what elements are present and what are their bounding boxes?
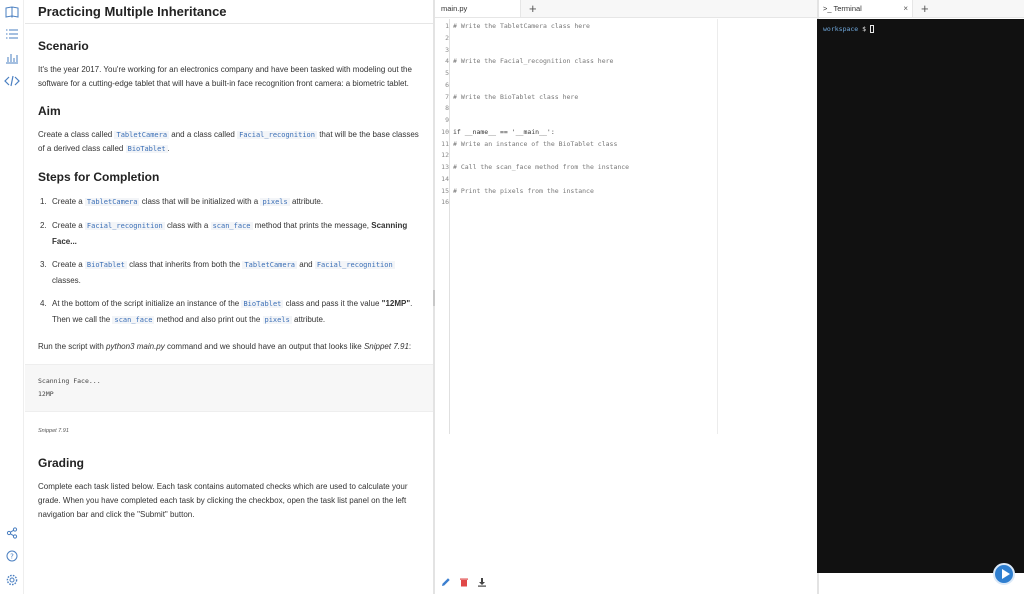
step-item: 2. Create a Facial_recognition class with… bbox=[40, 221, 408, 246]
scenario-heading: Scenario bbox=[38, 39, 89, 53]
editor-toolbar bbox=[435, 572, 817, 594]
line-numbers: 1234 5678 9 10 11 12 13 14 15 16 bbox=[441, 22, 449, 207]
task-list-icon[interactable] bbox=[4, 26, 20, 42]
grading-heading: Grading bbox=[38, 456, 85, 470]
tab-main-py[interactable]: main.py bbox=[435, 0, 521, 17]
inline-code: BioTablet bbox=[84, 261, 127, 269]
inline-code: TabletCamera bbox=[84, 198, 140, 206]
code-editor: main.py + 1234 5678 9 10 11 12 13 14 15 16 # W… bbox=[435, 0, 817, 594]
code-area[interactable]: 1234 5678 9 10 11 12 13 14 15 16 # Write the T… bbox=[435, 19, 817, 434]
snippet-line: 12MP bbox=[38, 390, 54, 398]
steps-heading: Steps for Completion bbox=[38, 170, 160, 184]
code-line: # Write the TabletCamera class here bbox=[453, 22, 590, 30]
inline-code: TabletCamera bbox=[114, 131, 170, 139]
inline-code: Facial_recognition bbox=[237, 131, 317, 139]
run-button[interactable] bbox=[993, 563, 1015, 585]
source-code[interactable]: # Write the TabletCamera class here # Wri… bbox=[453, 21, 629, 209]
terminal-prompt-line: workspace $ bbox=[823, 25, 1018, 33]
add-tab-button[interactable]: + bbox=[521, 0, 545, 17]
aim-text: Create a class called TabletCamera and a… bbox=[38, 130, 419, 153]
inline-code: Facial_recognition bbox=[314, 261, 395, 269]
trash-icon[interactable] bbox=[459, 577, 469, 590]
steps-list: 1. Create a TabletCamera class that will … bbox=[38, 194, 420, 328]
code-line: # Write an instance of the BioTablet cla… bbox=[453, 139, 618, 148]
prompt-dir: workspace bbox=[823, 25, 859, 33]
snippet-caption: Snippet 7.91 bbox=[38, 428, 69, 434]
terminal-tabbar: >_ Terminal × + bbox=[819, 0, 1024, 18]
inline-code: pixels bbox=[260, 198, 290, 206]
output-snippet: Scanning Face... 12MP bbox=[25, 364, 433, 412]
close-icon[interactable]: × bbox=[903, 4, 908, 13]
aim-heading: Aim bbox=[38, 104, 61, 118]
pencil-icon[interactable] bbox=[441, 577, 451, 590]
download-icon[interactable] bbox=[477, 577, 487, 590]
code-line: # Call the scan_face method from the ins… bbox=[453, 163, 630, 171]
prompt-symbol: $ bbox=[862, 25, 867, 33]
code-line: if __name__ == '__main__': bbox=[453, 127, 555, 136]
step-item: 4. At the bottom of the script initialize… bbox=[40, 299, 413, 324]
code-line: # Write the Facial_recognition class her… bbox=[453, 57, 614, 66]
grading-text: Complete each task listed below. Each ta… bbox=[38, 482, 408, 519]
snippet-line: Scanning Face... bbox=[38, 377, 101, 385]
left-nav-rail: ? bbox=[0, 0, 24, 594]
terminal-panel: >_ Terminal × + workspace $ bbox=[817, 0, 1024, 594]
guide-body: Scenario It's the year 2017. You're work… bbox=[25, 39, 433, 522]
inline-code: BioTablet bbox=[125, 145, 168, 153]
guide-title: Practicing Multiple Inheritance bbox=[25, 0, 433, 24]
svg-text:?: ? bbox=[10, 553, 14, 561]
code-icon[interactable] bbox=[4, 73, 20, 89]
editor-tabbar: main.py + bbox=[435, 0, 817, 18]
share-icon[interactable] bbox=[4, 525, 20, 541]
help-icon[interactable]: ? bbox=[4, 548, 20, 564]
book-icon[interactable] bbox=[4, 4, 20, 20]
terminal-tab-label: >_ Terminal bbox=[823, 4, 862, 13]
inline-code: scan_face bbox=[210, 222, 253, 230]
inline-code: Facial_recognition bbox=[84, 222, 165, 230]
code-line: # Print the pixels from the instance bbox=[453, 186, 594, 195]
inline-code: BioTablet bbox=[241, 300, 284, 308]
inline-code: pixels bbox=[262, 316, 292, 324]
bar-chart-icon[interactable] bbox=[4, 50, 20, 66]
terminal-cursor bbox=[870, 25, 874, 33]
add-terminal-button[interactable]: + bbox=[913, 0, 937, 17]
code-line: # Write the BioTablet class here bbox=[453, 92, 579, 101]
scenario-text: It's the year 2017. You're working for a… bbox=[38, 65, 412, 88]
terminal-screen[interactable]: workspace $ bbox=[817, 19, 1024, 573]
inline-code: TabletCamera bbox=[242, 261, 298, 269]
run-instructions: Run the script with python3 main.py comm… bbox=[38, 342, 412, 351]
step-item: 1. Create a TabletCamera class that will … bbox=[40, 197, 324, 206]
inline-code: scan_face bbox=[112, 316, 155, 324]
step-item: 3. Create a BioTablet class that inherits… bbox=[40, 260, 395, 285]
guide-panel: Practicing Multiple Inheritance Scenario… bbox=[25, 0, 433, 594]
app-root: ? Practicing Multiple Inheritance Scenar… bbox=[0, 0, 1024, 594]
tab-terminal[interactable]: >_ Terminal × bbox=[819, 0, 913, 17]
settings-icon[interactable] bbox=[4, 572, 20, 588]
